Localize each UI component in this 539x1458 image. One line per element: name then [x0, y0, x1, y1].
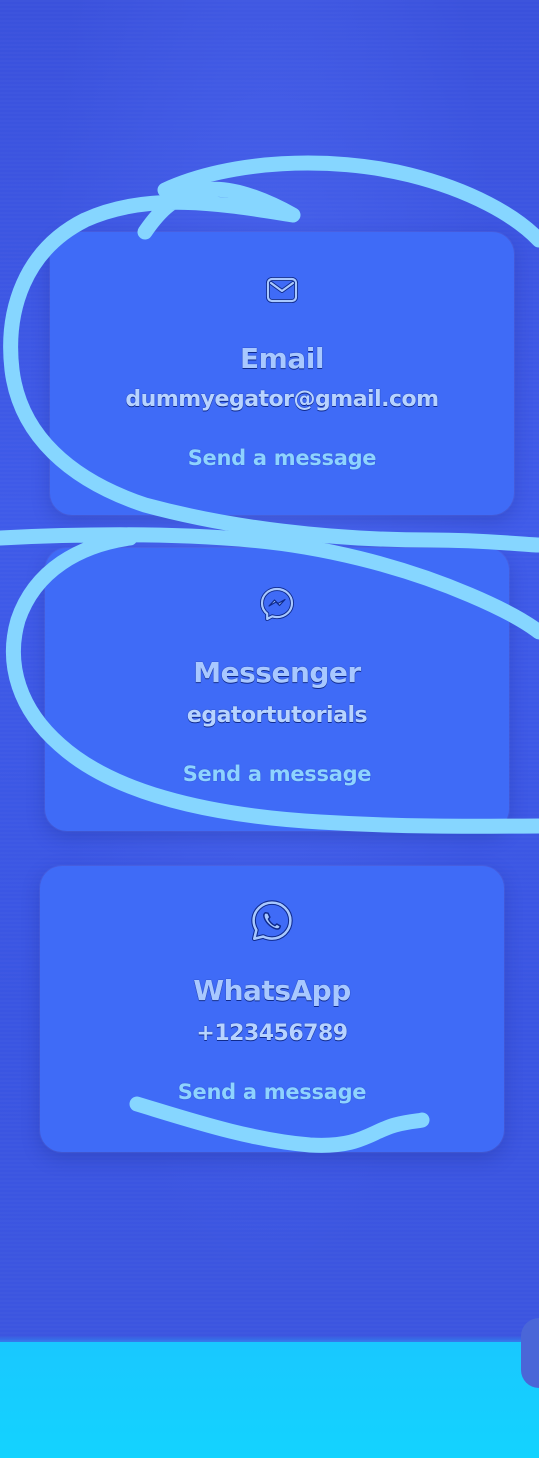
mail-icon — [266, 277, 298, 303]
whatsapp-number: +123456789 — [196, 1021, 348, 1046]
messenger-contact-card: Messenger egatortutorials Send a message — [45, 548, 509, 831]
bottom-bar — [0, 1342, 539, 1458]
floating-button-edge — [521, 1318, 539, 1388]
messenger-title: Messenger — [193, 656, 361, 689]
contact-screen: Email dummyegator@gmail.com Send a messa… — [0, 0, 539, 1458]
whatsapp-contact-card: WhatsApp +123456789 Send a message — [40, 866, 504, 1152]
whatsapp-title: WhatsApp — [193, 974, 351, 1007]
email-address: dummyegator@gmail.com — [125, 387, 439, 412]
top-arc-annotation — [157, 155, 539, 248]
messenger-username: egatortutorials — [186, 703, 368, 728]
messenger-send-message-link[interactable]: Send a message — [45, 762, 509, 786]
whatsapp-icon — [251, 900, 293, 942]
email-send-message-link[interactable]: Send a message — [50, 446, 514, 470]
email-contact-card: Email dummyegator@gmail.com Send a messa… — [50, 232, 514, 515]
whatsapp-send-message-link[interactable]: Send a message — [40, 1080, 504, 1104]
email-title: Email — [240, 342, 324, 375]
messenger-icon — [260, 587, 294, 621]
